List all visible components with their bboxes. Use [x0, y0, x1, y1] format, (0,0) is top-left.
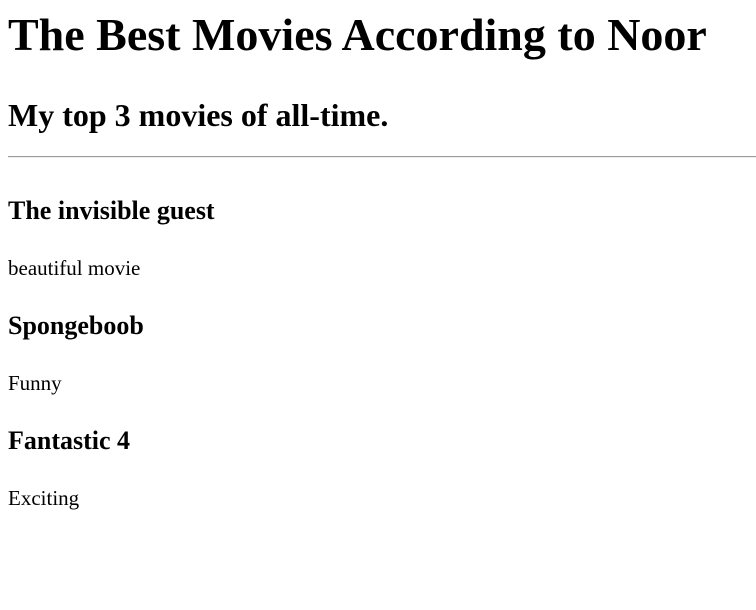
- movie-description: Funny: [8, 371, 62, 395]
- movie-item: The invisible guest beautiful movie: [8, 190, 748, 305]
- page: The Best Movies According to Noor My top…: [0, 0, 756, 610]
- movie-title: The invisible guest: [8, 196, 215, 225]
- movie-list: The invisible guest beautiful movie Spon…: [8, 190, 748, 535]
- divider: [8, 156, 756, 158]
- movie-item: Spongeboob Funny: [8, 305, 748, 420]
- movie-item: Fantastic 4 Exciting: [8, 420, 748, 535]
- page-title: The Best Movies According to Noor: [8, 9, 707, 60]
- movie-description: beautiful movie: [8, 256, 141, 280]
- movie-title: Fantastic 4: [8, 426, 131, 455]
- movie-title: Spongeboob: [8, 311, 144, 340]
- movie-description: Exciting: [8, 486, 80, 510]
- page-subtitle: My top 3 movies of all-time.: [8, 97, 389, 133]
